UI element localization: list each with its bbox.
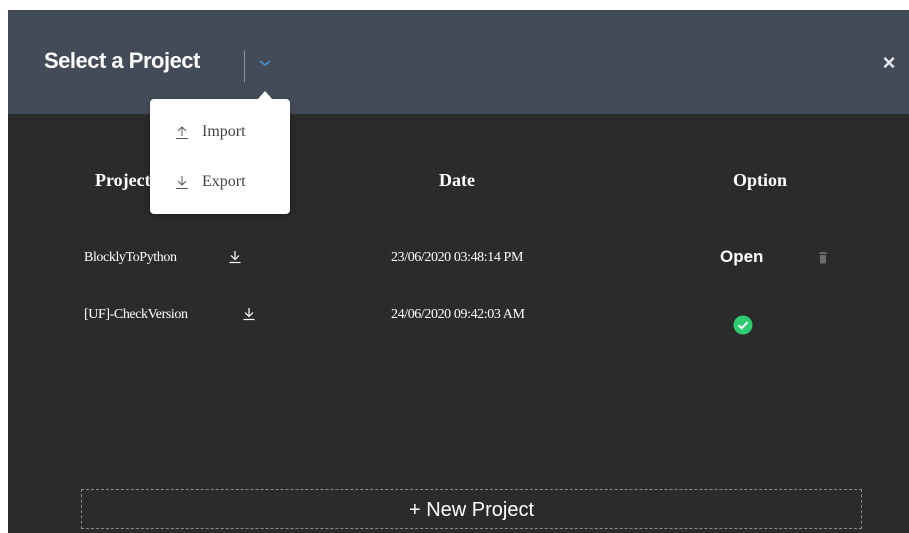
title-divider (244, 50, 245, 82)
column-header-project: Project (95, 170, 151, 190)
menu-item-import[interactable]: Import (174, 118, 246, 146)
check-circle-icon (733, 315, 753, 335)
download-icon[interactable] (242, 307, 256, 321)
column-header-option: Option (733, 170, 788, 190)
project-name: BlocklyToPython (84, 250, 177, 265)
menu-item-label: Import (202, 123, 246, 140)
download-icon (176, 176, 188, 189)
upload-icon (176, 126, 188, 139)
chevron-down-icon (259, 60, 271, 67)
open-project-link[interactable]: Open (720, 247, 763, 267)
menu-caret (257, 91, 273, 100)
menu-item-export[interactable]: Export (174, 168, 246, 196)
column-header-date: Date (439, 170, 475, 190)
project-dialog: Select a Project × Project Date Option B… (8, 10, 909, 533)
project-date: 24/06/2020 09:42:03 AM (391, 307, 525, 322)
project-date: 23/06/2020 03:48:14 PM (391, 250, 523, 265)
new-project-button[interactable]: + New Project (81, 489, 862, 529)
project-name: [UF]-CheckVersion (84, 307, 188, 322)
project-actions-menu: Import Export (150, 99, 290, 214)
close-button[interactable]: × (876, 50, 902, 76)
trash-icon[interactable] (818, 252, 828, 264)
project-menu-toggle[interactable] (254, 52, 276, 74)
dialog-header: Select a Project × (8, 10, 909, 114)
download-icon[interactable] (228, 250, 242, 264)
dialog-title: Select a Project (44, 48, 200, 73)
menu-item-label: Export (202, 173, 246, 190)
